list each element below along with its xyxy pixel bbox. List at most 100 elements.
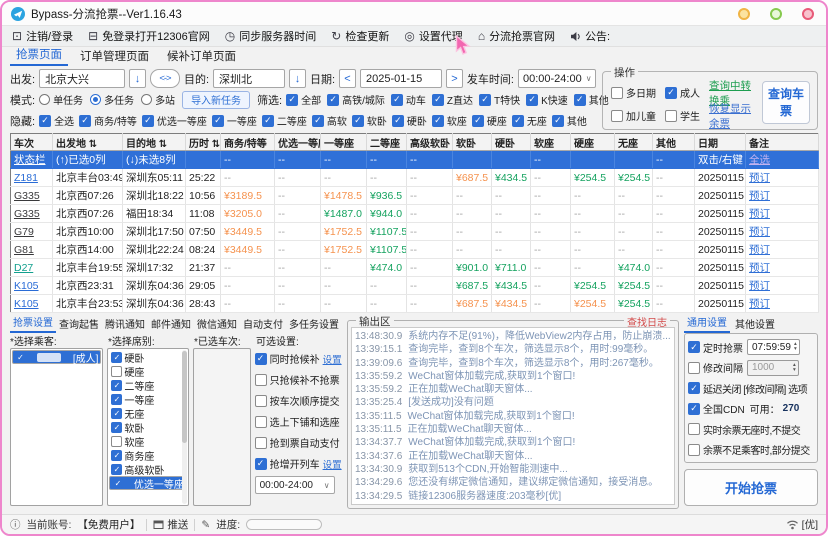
hide-check-8[interactable]: ✓软座 — [432, 113, 467, 128]
book-link[interactable]: 预订 — [749, 244, 770, 256]
tab-order-manage[interactable]: 订单管理页面 — [74, 47, 155, 66]
settings-tab-query-presale[interactable]: 查询起售 — [56, 316, 102, 333]
column-header[interactable]: 软卧 — [453, 134, 492, 151]
select-all-link[interactable]: 全选 — [749, 154, 770, 166]
prev-date-button[interactable]: < — [339, 69, 356, 88]
train-no-link[interactable]: G79 — [14, 226, 34, 238]
column-header[interactable]: 二等座 — [367, 134, 407, 151]
column-header[interactable]: 优选一等座 — [275, 134, 321, 151]
column-header[interactable]: 目的地 ⇅ — [123, 134, 186, 151]
settings-tab-mail-notify[interactable]: 邮件通知 — [148, 316, 194, 333]
seat-item-1[interactable]: 硬座 — [109, 364, 187, 378]
hide-check-3[interactable]: ✓一等座 — [212, 113, 257, 128]
scrollbar-thumb[interactable] — [182, 351, 187, 443]
train-no-link[interactable]: K105 — [14, 298, 39, 310]
hide-check-9[interactable]: ✓硬座 — [472, 113, 507, 128]
toolbar-open-12306[interactable]: ⊟免登录打开12306官网 — [88, 28, 210, 44]
optional-check-2[interactable]: 按车次顺序提交 — [255, 393, 340, 408]
settings-link[interactable]: 设置 — [323, 352, 342, 366]
maximize-button[interactable] — [770, 8, 782, 20]
depart-time-select[interactable]: 00:00-24:00∨ — [518, 69, 596, 88]
hide-check-11[interactable]: ✓其他 — [552, 113, 587, 128]
filter-check-3[interactable]: ✓Z直达 — [432, 92, 473, 107]
book-link[interactable]: 预订 — [749, 190, 770, 202]
hide-check-0[interactable]: ✓全选 — [39, 113, 74, 128]
to-dropdown-button[interactable]: ↓ — [289, 69, 306, 88]
book-link[interactable]: 预订 — [749, 262, 770, 274]
start-grab-button[interactable]: 开始抢票 — [684, 469, 818, 506]
seat-item-7[interactable]: ✓商务座 — [109, 448, 187, 462]
column-header[interactable]: 硬座 — [571, 134, 615, 151]
seat-item-5[interactable]: ✓软卧 — [109, 420, 187, 434]
column-header[interactable]: 车次 — [11, 134, 53, 151]
toolbar-logout-login[interactable]: ⊡注销/登录 — [12, 28, 73, 44]
column-header[interactable]: 高级软卧 — [407, 134, 453, 151]
train-no-link[interactable]: Z181 — [14, 172, 38, 184]
toolbar-sync-time[interactable]: ◷同步服务器时间 — [225, 28, 316, 44]
seat-item-2[interactable]: ✓二等座 — [109, 378, 187, 392]
minimize-button[interactable] — [738, 8, 750, 20]
train-no-link[interactable]: G335 — [14, 208, 40, 220]
filter-check-5[interactable]: ✓K快速 — [526, 92, 568, 107]
close-button[interactable] — [802, 8, 814, 20]
optional-check-0[interactable]: ✓同时抢候补 — [255, 351, 320, 366]
tab-general-settings[interactable]: 通用设置 — [684, 314, 730, 333]
train-no-link[interactable]: K105 — [14, 280, 39, 292]
general-check-5[interactable]: 余票不足乘客时,部分提交 — [688, 442, 810, 457]
column-header[interactable]: 历时 ⇅ — [186, 134, 221, 151]
from-dropdown-button[interactable]: ↓ — [129, 69, 146, 88]
book-link[interactable]: 预订 — [749, 226, 770, 238]
general-check-1[interactable]: 修改间隔 — [688, 360, 743, 375]
general-check-0[interactable]: ✓定时抢票 — [688, 340, 743, 355]
train-no-link[interactable]: G335 — [14, 190, 40, 202]
settings-tab-grab-settings[interactable]: 抢票设置 — [10, 314, 56, 333]
mode-radio-1[interactable]: 多任务 — [90, 92, 134, 107]
general-input-1[interactable]: 1000▴▾ — [747, 360, 799, 376]
settings-tab-wechat-notify[interactable]: 微信通知 — [194, 316, 240, 333]
hide-check-4[interactable]: ✓二等座 — [262, 113, 307, 128]
filter-check-0[interactable]: ✓全部 — [286, 92, 321, 107]
hide-check-7[interactable]: ✓硬卧 — [392, 113, 427, 128]
log-list[interactable]: 13:48:30.9系统内存不足(91%)，降低WebView2内存占用，防止崩… — [351, 327, 675, 505]
spinner-icon[interactable]: ▴▾ — [793, 363, 796, 373]
column-header[interactable]: 出发地 ⇅ — [53, 134, 123, 151]
book-link[interactable]: 预订 — [749, 172, 770, 184]
hide-check-1[interactable]: ✓商务/特等 — [79, 113, 137, 128]
to-input[interactable]: 深圳北 — [213, 69, 285, 88]
book-link[interactable]: 预订 — [749, 298, 770, 310]
column-header[interactable]: 日期 — [695, 134, 746, 151]
hide-check-6[interactable]: ✓软卧 — [352, 113, 387, 128]
optional-check-4[interactable]: 抢到票自动支付 — [255, 435, 340, 450]
general-input-0[interactable]: 07:59:59▴▾ — [747, 339, 800, 355]
filter-check-4[interactable]: ✓T特快 — [479, 92, 520, 107]
column-header[interactable]: 其他 — [653, 134, 695, 151]
settings-tab-auto-pay[interactable]: 自动支付 — [240, 316, 286, 333]
settings-tab-qq-notify[interactable]: 腾讯通知 — [102, 316, 148, 333]
push-button[interactable]: 推送 — [153, 517, 188, 532]
column-header[interactable]: 无座 — [615, 134, 653, 151]
optional-check-3[interactable]: 选上下铺和选座 — [255, 414, 340, 429]
student-checkbox[interactable]: 学生 — [665, 108, 700, 123]
adult-checkbox[interactable]: ✓成人 — [665, 85, 700, 100]
column-header[interactable]: 软座 — [531, 134, 571, 151]
column-header[interactable]: 备注 — [746, 134, 819, 151]
restore-tickets-link[interactable]: 恢复显示余票 — [709, 101, 757, 131]
toolbar-set-proxy[interactable]: ◎设置代理 — [404, 28, 462, 44]
query-tickets-button[interactable]: 查询车票 — [762, 81, 810, 124]
filter-check-2[interactable]: ✓动车 — [391, 92, 426, 107]
mode-radio-0[interactable]: 单任务 — [39, 92, 83, 107]
status-bar-link[interactable]: 状态栏 — [14, 154, 46, 166]
hide-check-2[interactable]: ✓优选一等座 — [142, 113, 207, 128]
optional-check-1[interactable]: 只抢候补不抢票 — [255, 372, 340, 387]
column-header[interactable]: 商务/特等 — [221, 134, 275, 151]
tab-other-settings[interactable]: 其他设置 — [732, 316, 778, 333]
toolbar-official-site[interactable]: ⌂分流抢票官网 — [478, 28, 555, 44]
seat-item-4[interactable]: ✓无座 — [109, 406, 187, 420]
toolbar-check-update[interactable]: ↻检查更新 — [331, 28, 389, 44]
general-check-4[interactable]: 实时余票无座时,不提交 — [688, 422, 800, 437]
seat-item-6[interactable]: 软座 — [109, 434, 187, 448]
hide-check-5[interactable]: ✓高软 — [312, 113, 347, 128]
book-link[interactable]: 预订 — [749, 280, 770, 292]
toolbar-announcement[interactable]: 公告: — [570, 28, 610, 44]
column-header[interactable]: 硬卧 — [492, 134, 531, 151]
